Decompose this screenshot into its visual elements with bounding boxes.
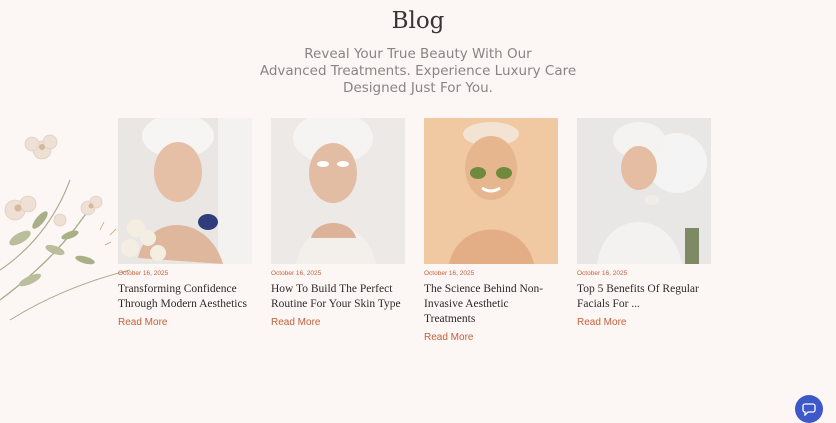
- post-date: October 16, 2025: [424, 270, 475, 277]
- card-image[interactable]: [271, 118, 405, 264]
- post-title[interactable]: The Science Behind Non- Invasive Aesthet…: [424, 282, 558, 327]
- read-more-link[interactable]: Read More: [424, 332, 473, 343]
- read-more-link[interactable]: Read More: [577, 317, 626, 328]
- blog-card: October 16, 2025 The Science Behind Non-…: [424, 118, 558, 345]
- subtitle-line: Reveal Your True Beauty With Our: [304, 46, 532, 62]
- subtitle-line: Advanced Treatments. Experience Luxury C…: [259, 63, 577, 79]
- post-title-line: Transforming Confidence: [118, 283, 237, 295]
- chat-button[interactable]: [795, 395, 823, 423]
- page-title: Blog: [391, 8, 445, 34]
- blog-card: October 16, 2025 Transforming Confidence…: [118, 118, 252, 330]
- post-title[interactable]: Top 5 Benefits Of Regular Facials For ..…: [577, 282, 711, 312]
- card-image[interactable]: [424, 118, 558, 264]
- post-title-line: Through Modern Aesthetics: [118, 298, 248, 310]
- post-title-line: Routine For Your Skin Type: [271, 298, 401, 310]
- post-date: October 16, 2025: [271, 270, 322, 277]
- blog-card: October 16, 2025 Top 5 Benefits Of Regul…: [577, 118, 711, 330]
- card-image[interactable]: [577, 118, 711, 264]
- post-title-line: Treatments: [424, 313, 476, 325]
- post-title[interactable]: Transforming Confidence Through Modern A…: [118, 282, 252, 312]
- post-title-line: Top 5 Benefits Of Regular: [577, 283, 699, 295]
- post-title-line: How To Build The Perfect: [271, 283, 393, 295]
- post-title-line: The Science Behind Non-: [424, 283, 544, 295]
- read-more-link[interactable]: Read More: [118, 317, 167, 328]
- post-date: October 16, 2025: [577, 270, 628, 277]
- blog-subtitle: Reveal Your True Beauty With Our Advance…: [0, 46, 836, 97]
- post-title[interactable]: How To Build The Perfect Routine For You…: [271, 282, 405, 312]
- read-more-link[interactable]: Read More: [271, 317, 320, 328]
- subtitle-line: Designed Just For You.: [343, 80, 493, 96]
- post-date: October 16, 2025: [118, 270, 169, 277]
- blog-card: October 16, 2025 How To Build The Perfec…: [271, 118, 405, 330]
- post-title-line: Facials For ...: [577, 298, 640, 310]
- card-image[interactable]: [118, 118, 252, 264]
- chat-bubble-icon: [802, 403, 816, 416]
- post-title-line: Invasive Aesthetic: [424, 298, 509, 310]
